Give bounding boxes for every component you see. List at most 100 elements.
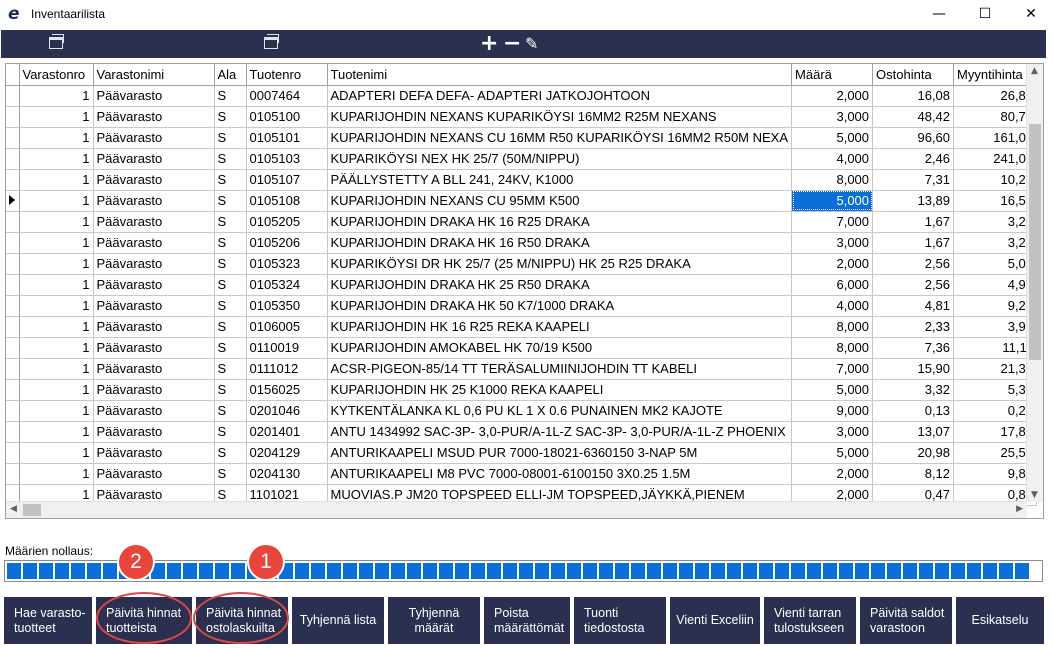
table-cell[interactable]: 48,42 <box>872 106 955 128</box>
table-cell[interactable]: 0201046 <box>246 400 328 422</box>
scroll-down-icon[interactable]: ▼ <box>1031 490 1038 500</box>
table-cell[interactable]: Päävarasto <box>93 400 215 422</box>
table-cell[interactable]: 21,32 <box>953 358 1038 380</box>
table-cell[interactable]: 3,000 <box>791 421 874 443</box>
table-cell[interactable]: 0,23 <box>953 400 1038 422</box>
table-row[interactable]: 1 Päävarasto S 0105107 PÄÄLLYSTETTY A BLL 24… <box>6 169 1038 191</box>
table-cell[interactable]: S <box>214 127 247 149</box>
row-indicator[interactable] <box>6 127 20 149</box>
table-cell[interactable]: 8,000 <box>791 169 874 191</box>
table-cell[interactable]: Päävarasto <box>93 127 215 149</box>
table-cell[interactable]: Päävarasto <box>93 337 215 359</box>
table-cell[interactable]: Päävarasto <box>93 463 215 485</box>
table-cell[interactable]: S <box>214 106 247 128</box>
table-row[interactable]: 1 Päävarasto S 0105350 KUPARIJOHDIN DRAKA HK… <box>6 295 1038 317</box>
table-row[interactable]: 1 Päävarasto S 0110019 KUPARIJOHDIN AMOKABEL… <box>6 337 1038 359</box>
maximize-button[interactable]: ☐ <box>962 0 1008 28</box>
table-cell[interactable]: 1 <box>19 190 94 212</box>
table-cell[interactable]: 16,55 <box>953 190 1038 212</box>
table-cell[interactable]: 1 <box>19 337 94 359</box>
table-cell[interactable]: 1,67 <box>872 211 955 233</box>
table-cell[interactable]: 1 <box>19 85 94 107</box>
table-cell[interactable]: 0156025 <box>246 379 328 401</box>
table-cell[interactable]: 1 <box>19 295 94 317</box>
row-indicator[interactable] <box>6 190 20 212</box>
table-cell[interactable]: S <box>214 400 247 422</box>
table-row[interactable]: 1 Päävarasto S 0105108 KUPARIJOHDIN NEXANS C… <box>6 190 1038 212</box>
table-row[interactable]: 1 Päävarasto S 0105100 KUPARIJOHDIN NEXANS K… <box>6 106 1038 128</box>
table-cell[interactable]: KYTKENTÄLANKA KL 0,6 PU KL 1 X 0.6 PUNAI… <box>327 400 793 422</box>
table-cell[interactable]: Päävarasto <box>93 85 215 107</box>
row-indicator[interactable] <box>6 337 20 359</box>
row-indicator[interactable] <box>6 379 20 401</box>
table-cell[interactable]: S <box>214 442 247 464</box>
table-cell[interactable]: Päävarasto <box>93 232 215 254</box>
table-cell[interactable]: S <box>214 379 247 401</box>
table-cell[interactable]: 1 <box>19 253 94 275</box>
table-row[interactable]: 1 Päävarasto S 0204129 ANTURIKAAPELI MSUD PU… <box>6 442 1038 464</box>
table-cell[interactable]: 0110019 <box>246 337 328 359</box>
table-cell[interactable]: 2,000 <box>791 85 874 107</box>
table-cell[interactable]: KUPARIJOHDIN DRAKA HK 16 R25 DRAKA <box>327 211 793 233</box>
table-cell[interactable]: S <box>214 295 247 317</box>
table-cell[interactable]: 9,23 <box>953 295 1038 317</box>
table-cell[interactable]: S <box>214 316 247 338</box>
table-cell[interactable]: 6,000 <box>791 274 874 296</box>
table-row[interactable]: 1 Päävarasto S 0007464 ADAPTERI DEFA DEFA- A… <box>6 85 1038 107</box>
table-cell[interactable]: 96,60 <box>872 127 955 149</box>
table-cell[interactable]: 0105350 <box>246 295 328 317</box>
table-row[interactable]: 1 Päävarasto S 0156025 KUPARIJOHDIN HK 25 K1… <box>6 379 1038 401</box>
table-cell[interactable]: ANTURIKAAPELI M8 PVC 7000-08001-6100150 … <box>327 463 793 485</box>
table-cell[interactable]: 1 <box>19 148 94 170</box>
table-cell[interactable]: ACSR-PIGEON-85/14 TT TERÄSALUMIINIJOHDIN… <box>327 358 793 380</box>
column-header[interactable]: Määrä <box>791 64 874 86</box>
table-cell[interactable]: 1,67 <box>872 232 955 254</box>
table-cell[interactable]: KUPARIJOHDIN DRAKA HK 50 K7/1000 DRAKA <box>327 295 793 317</box>
table-cell[interactable]: 16,08 <box>872 85 955 107</box>
table-cell[interactable]: 11,11 <box>953 337 1038 359</box>
table-cell[interactable]: Päävarasto <box>93 169 215 191</box>
table-cell[interactable]: S <box>214 148 247 170</box>
table-cell[interactable]: 9,000 <box>791 400 874 422</box>
row-indicator[interactable] <box>6 463 20 485</box>
table-cell[interactable]: 5,38 <box>953 379 1038 401</box>
table-cell[interactable]: 1 <box>19 463 94 485</box>
row-indicator[interactable] <box>6 148 20 170</box>
table-cell[interactable]: 0201401 <box>246 421 328 443</box>
table-cell[interactable]: Päävarasto <box>93 421 215 443</box>
clear-brush-icon[interactable]: ✎ <box>525 32 538 56</box>
table-row[interactable]: 1 Päävarasto S 0201046 KYTKENTÄLANKA KL 0,6 … <box>6 400 1038 422</box>
row-indicator[interactable] <box>6 358 20 380</box>
table-row[interactable]: 1 Päävarasto S 0105205 KUPARIJOHDIN DRAKA HK… <box>6 211 1038 233</box>
table-cell[interactable]: 10,26 <box>953 169 1038 191</box>
table-cell[interactable]: KUPARIJOHDIN DRAKA HK 25 R50 DRAKA <box>327 274 793 296</box>
table-cell[interactable]: 1 <box>19 358 94 380</box>
table-cell[interactable]: 0,13 <box>872 400 955 422</box>
horizontal-scrollbar[interactable]: ◀ ▶ <box>6 501 1027 518</box>
table-row[interactable]: 1 Päävarasto S 0105324 KUPARIJOHDIN DRAKA HK… <box>6 274 1038 296</box>
table-cell[interactable]: 0105324 <box>246 274 328 296</box>
fetch-stock-products-button[interactable]: Hae varasto- tuotteet <box>4 597 92 644</box>
table-cell[interactable]: 7,000 <box>791 358 874 380</box>
table-cell[interactable]: S <box>214 358 247 380</box>
table-cell[interactable]: PÄÄLLYSTETTY A BLL 241, 24KV, K1000 <box>327 169 793 191</box>
table-cell[interactable]: Päävarasto <box>93 358 215 380</box>
import-from-file-button[interactable]: Tuonti tiedostosta <box>574 597 666 644</box>
table-cell[interactable]: 26,80 <box>953 85 1038 107</box>
column-header[interactable]: Tuotenro <box>246 64 328 86</box>
table-cell[interactable]: 0105323 <box>246 253 328 275</box>
table-cell[interactable]: 7,000 <box>791 211 874 233</box>
table-cell[interactable]: KUPARIJOHDIN AMOKABEL HK 70/19 K500 <box>327 337 793 359</box>
table-cell[interactable]: 0111012 <box>246 358 328 380</box>
table-cell[interactable]: 4,98 <box>953 274 1038 296</box>
row-indicator[interactable] <box>6 106 20 128</box>
table-cell[interactable]: KUPARIJOHDIN NEXANS CU 95MM K500 <box>327 190 793 212</box>
vertical-scroll-thumb[interactable] <box>1029 124 1041 360</box>
table-cell[interactable]: 8,000 <box>791 316 874 338</box>
table-cell[interactable]: KUPARIJOHDIN NEXANS CU 16MM R50 KUPARIKÖ… <box>327 127 793 149</box>
table-cell[interactable]: 25,50 <box>953 442 1038 464</box>
table-cell[interactable]: 5,000 <box>791 379 874 401</box>
table-cell[interactable]: ANTU 1434992 SAC-3P- 3,0-PUR/A-1L-Z SAC-… <box>327 421 793 443</box>
table-cell[interactable]: 1 <box>19 211 94 233</box>
table-cell[interactable]: 3,94 <box>953 316 1038 338</box>
